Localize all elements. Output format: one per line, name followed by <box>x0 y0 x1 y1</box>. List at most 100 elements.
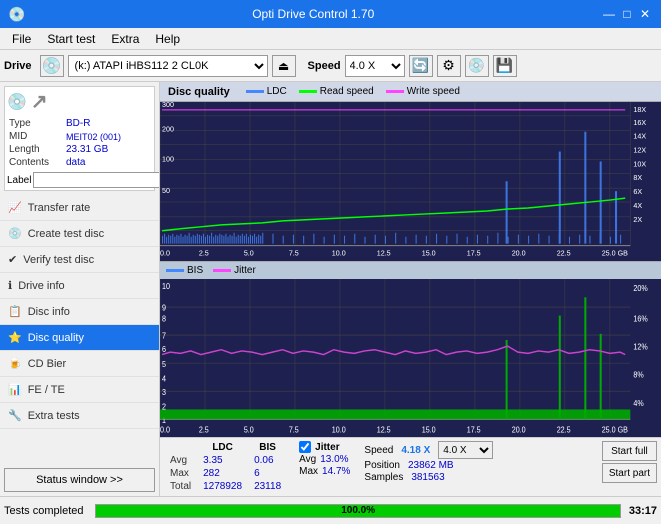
sidebar-item-disc-quality[interactable]: ⭐ Disc quality <box>0 325 159 351</box>
svg-text:9: 9 <box>162 303 166 313</box>
disc-mid-value: MEIT02 (001) <box>66 131 150 142</box>
speed-stat-label: Speed <box>364 445 393 456</box>
verify-test-disc-label: Verify test disc <box>23 254 94 266</box>
refresh-button[interactable]: 🔄 <box>409 55 433 77</box>
label-text: Label <box>7 175 31 186</box>
extra-tests-icon: 🔧 <box>8 409 22 422</box>
sidebar-item-create-test-disc[interactable]: 💿 Create test disc <box>0 221 159 247</box>
svg-text:5.0: 5.0 <box>244 425 254 435</box>
avg-label: Avg <box>164 454 197 467</box>
col-bis: BIS <box>248 441 287 454</box>
start-full-button[interactable]: Start full <box>602 441 657 461</box>
status-window-button[interactable]: Status window >> <box>4 468 155 492</box>
disc-quality-label: Disc quality <box>28 332 84 344</box>
legend-read-speed-label: Read speed <box>320 86 374 97</box>
disc-type-value: BD-R <box>66 118 150 129</box>
speed-label: Speed <box>308 60 341 72</box>
svg-text:10.0: 10.0 <box>332 251 346 258</box>
menu-extra[interactable]: Extra <box>103 30 147 48</box>
progress-bar-container: 100.0% <box>95 504 620 518</box>
svg-text:5: 5 <box>162 359 167 369</box>
disc-info-label: Disc info <box>28 306 70 318</box>
svg-text:2.5: 2.5 <box>199 425 209 435</box>
legend-jitter-label: Jitter <box>234 265 256 276</box>
col-ldc: LDC <box>197 441 248 454</box>
disc-panel-icon: 💿 <box>7 92 27 112</box>
svg-text:10.0: 10.0 <box>332 425 346 435</box>
save-button[interactable]: 💾 <box>493 55 517 77</box>
right-stats: Speed 4.18 X 4.0 X Position 23862 MB Sam… <box>364 441 493 483</box>
disc-panel: 💿 ↗ Type BD-R MID MEIT02 (001) Length 23… <box>4 86 155 191</box>
disc-info-icon: 📋 <box>8 305 22 318</box>
menu-file[interactable]: File <box>4 30 39 48</box>
disc-type: ↗ <box>31 89 48 114</box>
disc-type-label: Type <box>9 118 64 129</box>
svg-text:5.0: 5.0 <box>244 251 254 258</box>
maximize-button[interactable]: □ <box>619 6 635 22</box>
legend-ldc: LDC <box>246 86 287 97</box>
minimize-button[interactable]: — <box>601 6 617 22</box>
sidebar-item-cd-bier[interactable]: 🍺 CD Bier <box>0 351 159 377</box>
svg-text:8X: 8X <box>633 175 642 182</box>
svg-text:12%: 12% <box>633 342 647 352</box>
status-bar: Tests completed 100.0% 33:17 <box>0 496 661 524</box>
legend-ldc-label: LDC <box>267 86 287 97</box>
menu-start-test[interactable]: Start test <box>39 30 103 48</box>
bottom-chart-header: BIS Jitter <box>160 261 661 279</box>
disc-contents-label: Contents <box>9 157 64 168</box>
legend-write-speed: Write speed <box>386 86 460 97</box>
menu-help[interactable]: Help <box>147 30 188 48</box>
nav-list: 📈 Transfer rate 💿 Create test disc ✔ Ver… <box>0 195 159 464</box>
jitter-avg-label2: Avg <box>299 454 316 465</box>
window-controls: — □ ✕ <box>601 6 653 22</box>
stats-area: LDC BIS Avg 3.35 0.06 Max 282 6 Total 12… <box>160 437 661 496</box>
sidebar-item-verify-test-disc[interactable]: ✔ Verify test disc <box>0 247 159 273</box>
svg-text:7.5: 7.5 <box>289 425 299 435</box>
svg-text:15.0: 15.0 <box>422 251 436 258</box>
sidebar-item-transfer-rate[interactable]: 📈 Transfer rate <box>0 195 159 221</box>
create-test-disc-label: Create test disc <box>28 228 104 240</box>
jitter-max-val: 14.7% <box>322 466 350 477</box>
cd-bier-label: CD Bier <box>28 358 67 370</box>
speed-select[interactable]: 4.0 X 1.0 X 2.0 X 6.0 X 8.0 X <box>345 55 405 77</box>
start-part-button[interactable]: Start part <box>602 463 657 483</box>
svg-text:12.5: 12.5 <box>377 251 391 258</box>
svg-text:8: 8 <box>162 314 167 324</box>
sidebar-item-drive-info[interactable]: ℹ Drive info <box>0 273 159 299</box>
svg-text:2X: 2X <box>633 217 642 224</box>
sidebar-item-extra-tests[interactable]: 🔧 Extra tests <box>0 403 159 429</box>
drive-select[interactable]: (k:) ATAPI iHBS112 2 CL0K <box>68 55 268 77</box>
jitter-avg-row: Avg 13.0% <box>299 454 350 465</box>
transfer-rate-label: Transfer rate <box>28 202 91 214</box>
svg-text:20.0: 20.0 <box>512 251 526 258</box>
transfer-rate-icon: 📈 <box>8 201 22 214</box>
disc-length-value: 23.31 GB <box>66 144 150 155</box>
settings-button[interactable]: ⚙ <box>437 55 461 77</box>
close-button[interactable]: ✕ <box>637 6 653 22</box>
title-bar-icon: 💿 <box>8 6 25 23</box>
svg-text:18X: 18X <box>633 107 646 114</box>
disc-button[interactable]: 💿 <box>465 55 489 77</box>
max-bis: 6 <box>248 467 287 480</box>
drive-icon-btn[interactable]: 💿 <box>40 55 64 77</box>
speed-stat-select[interactable]: 4.0 X <box>438 441 493 459</box>
svg-text:15.0: 15.0 <box>422 425 436 435</box>
progress-text: 100.0% <box>96 505 619 517</box>
svg-text:20.0: 20.0 <box>512 425 526 435</box>
svg-text:17.5: 17.5 <box>467 251 481 258</box>
sidebar-item-fe-te[interactable]: 📊 FE / TE <box>0 377 159 403</box>
main-content: 💿 ↗ Type BD-R MID MEIT02 (001) Length 23… <box>0 82 661 496</box>
sidebar-item-disc-info[interactable]: 📋 Disc info <box>0 299 159 325</box>
eject-button[interactable]: ⏏ <box>272 55 296 77</box>
label-input[interactable] <box>33 172 160 188</box>
svg-text:100: 100 <box>162 157 174 164</box>
svg-text:7.5: 7.5 <box>289 251 299 258</box>
svg-text:4%: 4% <box>633 398 643 408</box>
top-chart-svg: 300 200 100 50 0.0 2.5 5.0 7.5 10.0 12.5… <box>160 102 661 261</box>
fe-te-label: FE / TE <box>28 384 65 396</box>
total-ldc: 1278928 <box>197 480 248 493</box>
svg-text:12X: 12X <box>633 148 646 155</box>
jitter-checkbox[interactable] <box>299 441 311 453</box>
legend-read-speed: Read speed <box>299 86 374 97</box>
extra-tests-label: Extra tests <box>28 410 80 422</box>
